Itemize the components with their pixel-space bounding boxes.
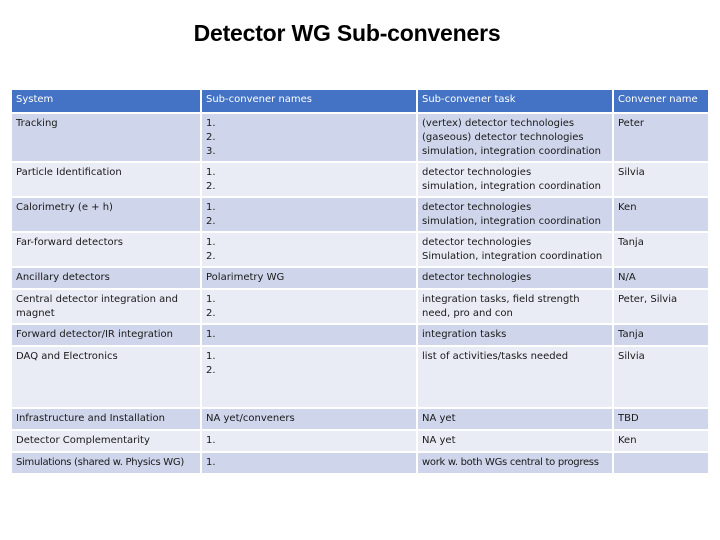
name-item: 1. xyxy=(206,167,216,178)
cell-sub-convener-task: list of activities/tasks needed xyxy=(418,347,614,409)
cell-sub-convener-task: detector technologies simulation, integr… xyxy=(418,163,614,198)
table-row: Ancillary detectors Polarimetry WG detec… xyxy=(12,268,708,290)
table-row: Forward detector/IR integration 1. integ… xyxy=(12,325,708,347)
cell-convener-name: TBD xyxy=(614,409,708,431)
cell-convener-name: Peter, Silvia xyxy=(614,290,708,325)
task-line: detector technologies xyxy=(422,237,532,248)
task-line: (vertex) detector technologies xyxy=(422,118,575,129)
task-line: NA yet xyxy=(422,435,456,446)
name-item: 2. xyxy=(206,251,216,262)
task-line: simulation, integration coordination xyxy=(422,216,602,227)
cell-system: Detector Complementarity xyxy=(12,431,202,453)
header-sub-convener-task: Sub-convener task xyxy=(418,90,614,114)
name-item: NA yet/conveners xyxy=(206,413,295,424)
table-row: Tracking 1. 2. 3. (vertex) detector tech… xyxy=(12,114,708,163)
name-item: 2. xyxy=(206,365,216,376)
cell-system: Far-forward detectors xyxy=(12,233,202,268)
sub-conveners-table: System Sub-convener names Sub-convener t… xyxy=(12,90,708,475)
cell-sub-convener-names: 1. 2. xyxy=(202,290,418,325)
cell-system: Particle Identification xyxy=(12,163,202,198)
table-row: Particle Identification 1. 2. detector t… xyxy=(12,163,708,198)
cell-sub-convener-task: integration tasks xyxy=(418,325,614,347)
cell-sub-convener-task: integration tasks, field strength need, … xyxy=(418,290,614,325)
task-line: simulation, integration coordination xyxy=(422,146,602,157)
cell-convener-name: Ken xyxy=(614,198,708,233)
task-line: (gaseous) detector technologies xyxy=(422,132,584,143)
cell-sub-convener-names: 1. xyxy=(202,431,418,453)
name-item: 1. xyxy=(206,202,216,213)
cell-convener-name: Tanja xyxy=(614,233,708,268)
name-item: 3. xyxy=(206,146,216,157)
name-item: 1. xyxy=(206,329,216,340)
cell-system: Central detector integration and magnet xyxy=(12,290,202,325)
name-item: 2. xyxy=(206,216,216,227)
table-row: Detector Complementarity 1. NA yet Ken xyxy=(12,431,708,453)
name-item: 1. xyxy=(206,351,216,362)
cell-sub-convener-names: 1. 2. 3. xyxy=(202,114,418,163)
name-item: 2. xyxy=(206,308,216,319)
cell-sub-convener-names: 1. xyxy=(202,325,418,347)
name-item: 1. xyxy=(206,457,216,468)
task-line: detector technologies xyxy=(422,202,532,213)
table-row: Central detector integration and magnet … xyxy=(12,290,708,325)
cell-sub-convener-names: Polarimetry WG xyxy=(202,268,418,290)
task-line: work w. both WGs central to progress xyxy=(422,457,599,468)
task-line: list of activities/tasks needed xyxy=(422,351,569,362)
task-line: integration tasks xyxy=(422,329,507,340)
cell-system: Tracking xyxy=(12,114,202,163)
name-item: 1. xyxy=(206,118,216,129)
cell-system: Infrastructure and Installation xyxy=(12,409,202,431)
cell-convener-name: Tanja xyxy=(614,325,708,347)
header-system: System xyxy=(12,90,202,114)
cell-convener-name: Silvia xyxy=(614,347,708,409)
cell-system: Ancillary detectors xyxy=(12,268,202,290)
cell-sub-convener-names: 1. 2. xyxy=(202,233,418,268)
cell-convener-name: Silvia xyxy=(614,163,708,198)
cell-system: Forward detector/IR integration xyxy=(12,325,202,347)
cell-sub-convener-task: NA yet xyxy=(418,431,614,453)
cell-sub-convener-task: work w. both WGs central to progress xyxy=(418,453,614,475)
name-item: Polarimetry WG xyxy=(206,272,285,283)
task-line: Simulation, integration coordination xyxy=(422,251,603,262)
table-row: Simulations (shared w. Physics WG) 1. wo… xyxy=(12,453,708,475)
cell-convener-name: Ken xyxy=(614,431,708,453)
name-item: 1. xyxy=(206,435,216,446)
cell-convener-name: Peter xyxy=(614,114,708,163)
cell-sub-convener-task: (vertex) detector technologies (gaseous)… xyxy=(418,114,614,163)
task-line: NA yet xyxy=(422,413,456,424)
cell-sub-convener-names: 1. xyxy=(202,453,418,475)
cell-sub-convener-names: NA yet/conveners xyxy=(202,409,418,431)
table-row: Infrastructure and Installation NA yet/c… xyxy=(12,409,708,431)
cell-sub-convener-task: detector technologies xyxy=(418,268,614,290)
page-title: Detector WG Sub-conveners xyxy=(193,20,501,46)
header-sub-convener-names: Sub-convener names xyxy=(202,90,418,114)
table-row: Far-forward detectors 1. 2. detector tec… xyxy=(12,233,708,268)
name-item: 2. xyxy=(206,132,216,143)
cell-sub-convener-task: NA yet xyxy=(418,409,614,431)
cell-sub-convener-task: detector technologies Simulation, integr… xyxy=(418,233,614,268)
table-row: DAQ and Electronics 1. 2. list of activi… xyxy=(12,347,708,409)
cell-sub-convener-names: 1. 2. xyxy=(202,347,418,409)
cell-convener-name xyxy=(614,453,708,475)
cell-sub-convener-task: detector technologies simulation, integr… xyxy=(418,198,614,233)
cell-convener-name: N/A xyxy=(614,268,708,290)
cell-system: DAQ and Electronics xyxy=(12,347,202,409)
cell-system: Calorimetry (e + h) xyxy=(12,198,202,233)
task-line: detector technologies xyxy=(422,272,532,283)
cell-sub-convener-names: 1. 2. xyxy=(202,198,418,233)
cell-system: Simulations (shared w. Physics WG) xyxy=(12,453,202,475)
name-item: 1. xyxy=(206,294,216,305)
table-header-row: System Sub-convener names Sub-convener t… xyxy=(12,90,708,114)
task-line: simulation, integration coordination xyxy=(422,181,602,192)
cell-sub-convener-names: 1. 2. xyxy=(202,163,418,198)
name-item: 1. xyxy=(206,237,216,248)
table-row: Calorimetry (e + h) 1. 2. detector techn… xyxy=(12,198,708,233)
header-convener-name: Convener name xyxy=(614,90,708,114)
name-item: 2. xyxy=(206,181,216,192)
task-line: detector technologies xyxy=(422,167,532,178)
